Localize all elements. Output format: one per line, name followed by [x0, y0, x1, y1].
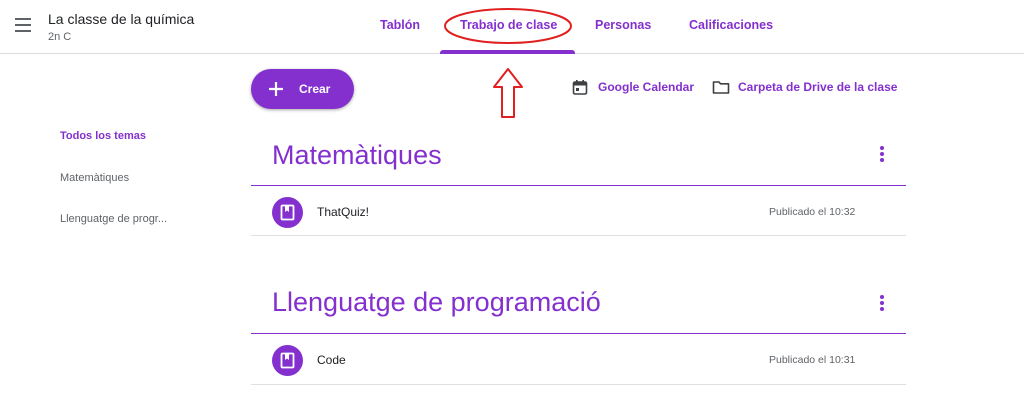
folder-icon [712, 81, 730, 94]
topic-title: Matemàtiques [272, 140, 442, 170]
class-title[interactable]: La classe de la química [48, 11, 194, 27]
tab-stream[interactable]: Tablón [380, 18, 420, 32]
up-arrow-annotation [493, 68, 523, 118]
classwork-item-title[interactable]: ThatQuiz! [317, 205, 369, 219]
create-button[interactable]: Crear [251, 69, 354, 109]
published-time: Publicado el 10:32 [769, 206, 856, 218]
more-vert-icon[interactable] [876, 146, 888, 164]
topic-title: Llenguatge de programació [272, 287, 601, 317]
class-drive-folder-label: Carpeta de Drive de la clase [738, 80, 898, 94]
create-button-label: Crear [299, 82, 331, 96]
class-drive-folder-link[interactable]: Carpeta de Drive de la clase [712, 79, 902, 97]
google-calendar-label: Google Calendar [598, 80, 695, 94]
active-tab-indicator [440, 50, 575, 54]
assignment-icon [272, 345, 303, 376]
class-section: 2n C [48, 31, 72, 43]
main-menu-icon[interactable] [13, 17, 33, 33]
tab-grades[interactable]: Calificaciones [689, 18, 773, 32]
sidebar-item-llenguatge[interactable]: Llenguatge de progr... [60, 213, 167, 225]
topic-divider [251, 185, 906, 186]
item-divider [251, 235, 906, 236]
plus-icon [269, 82, 283, 96]
highlight-ellipse-annotation [444, 8, 572, 44]
tab-people[interactable]: Personas [595, 18, 651, 32]
sidebar-item-all-topics[interactable]: Todos los temas [60, 130, 146, 142]
calendar-icon [572, 80, 588, 95]
item-divider [251, 384, 906, 385]
classwork-item-title[interactable]: Code [317, 353, 346, 367]
assignment-icon [272, 197, 303, 228]
sidebar-item-matematiques[interactable]: Matemàtiques [60, 172, 129, 184]
google-calendar-link[interactable]: Google Calendar [572, 79, 697, 97]
topic-divider [251, 333, 906, 334]
published-time: Publicado el 10:31 [769, 354, 856, 366]
more-vert-icon[interactable] [876, 295, 888, 313]
